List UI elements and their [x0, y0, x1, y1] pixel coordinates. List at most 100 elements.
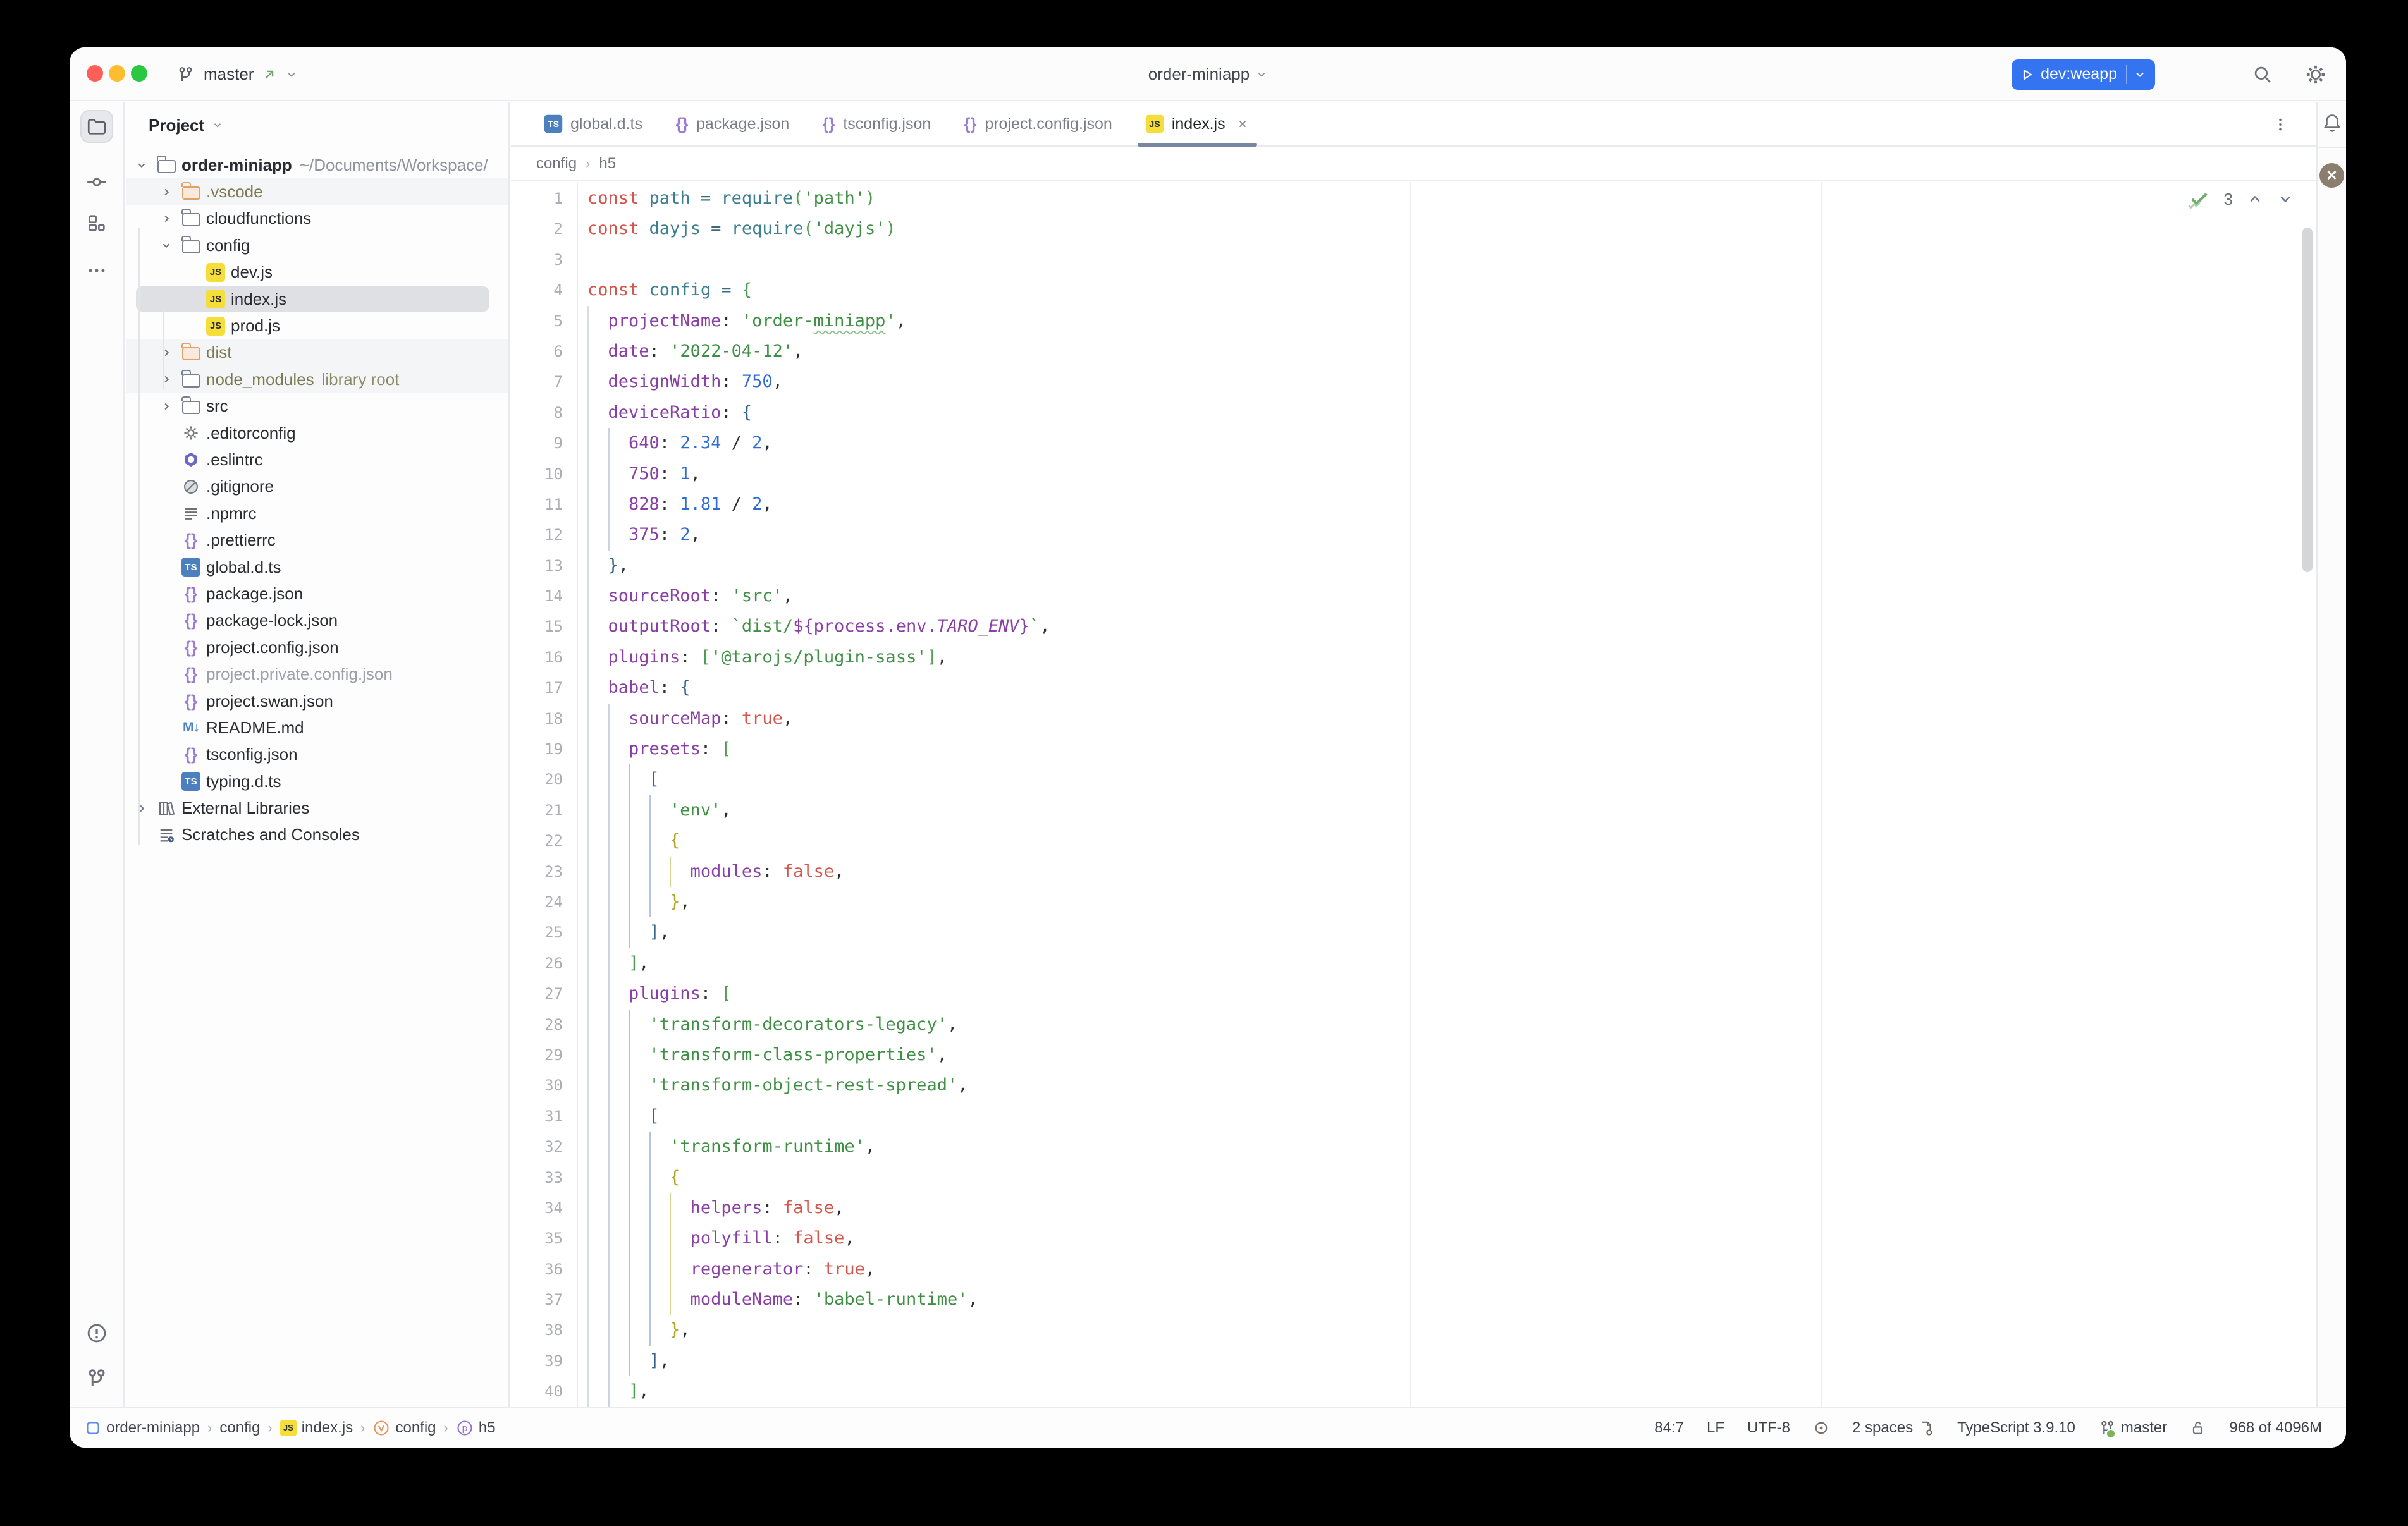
code-token: [587, 1075, 649, 1095]
editor-scrollbar[interactable]: [2302, 228, 2313, 572]
tree-item-node-modules[interactable]: node_moduleslibrary root: [126, 366, 508, 393]
prev-problem-icon[interactable]: [2247, 191, 2263, 207]
indent-config-icon: [1918, 1420, 1934, 1436]
chevron-collapsed-icon[interactable]: [159, 185, 173, 199]
code-line-33: {: [587, 1163, 2316, 1193]
tree-item-index.js[interactable]: JSindex.js: [126, 286, 508, 312]
tree-item-External-Libraries[interactable]: External Libraries: [126, 795, 508, 821]
tree-item-.editorconfig[interactable]: .editorconfig: [126, 420, 508, 446]
user-avatar[interactable]: ✕: [2319, 163, 2344, 188]
minimize-window-button[interactable]: [109, 65, 125, 82]
status-path-h5[interactable]: ph5: [456, 1419, 496, 1437]
code-token: ): [865, 188, 875, 208]
tab-project.config.json[interactable]: {}project.config.json: [947, 102, 1129, 145]
tab-global.d.ts[interactable]: TSglobal.d.ts: [527, 102, 659, 145]
tree-item-src[interactable]: src: [126, 393, 508, 420]
highlighting-level-button[interactable]: [1813, 1420, 1829, 1436]
problems-tool-button[interactable]: [80, 1317, 113, 1350]
tab-close-button[interactable]: [1236, 117, 1250, 131]
close-window-button[interactable]: [87, 65, 103, 82]
tree-item-dev.js[interactable]: JSdev.js: [126, 259, 508, 286]
breadcrumb-item[interactable]: config: [536, 155, 577, 173]
git-branch-widget[interactable]: master: [2098, 1419, 2167, 1437]
tree-item-.gitignore[interactable]: .gitignore: [126, 473, 508, 500]
breadcrumb-item[interactable]: h5: [599, 155, 616, 173]
tree-item-project.config.json[interactable]: {}project.config.json: [126, 634, 508, 661]
caret-position[interactable]: 84:7: [1654, 1419, 1684, 1437]
tree-item-package.json[interactable]: {}package.json: [126, 580, 508, 607]
tab-tsconfig.json[interactable]: {}tsconfig.json: [806, 102, 947, 145]
indent-guide: [629, 1223, 630, 1254]
tree-item-.prettierrc[interactable]: {}.prettierrc: [126, 527, 508, 553]
chevron-expanded-icon[interactable]: [135, 158, 149, 172]
tree-item-.eslintrc[interactable]: .eslintrc: [126, 446, 508, 473]
run-chevron-down-icon[interactable]: [2134, 68, 2146, 81]
tab-options-button[interactable]: [2272, 102, 2288, 147]
tree-item-README.md[interactable]: M↓README.md: [126, 714, 508, 741]
inspections-ok-icon: [2189, 188, 2210, 210]
zoom-window-button[interactable]: [131, 65, 147, 82]
tree-item-typing.d.ts[interactable]: TStyping.d.ts: [126, 768, 508, 795]
tab-package.json[interactable]: {}package.json: [659, 102, 806, 145]
tree-item-cloudfunctions[interactable]: cloudfunctions: [126, 205, 508, 232]
tree-item-project.private.config.json[interactable]: {}project.private.config.json: [126, 661, 508, 687]
file-encoding[interactable]: UTF-8: [1747, 1419, 1790, 1437]
vcs-branch-widget[interactable]: master: [176, 47, 298, 101]
structure-tool-button[interactable]: [80, 207, 113, 240]
settings-button[interactable]: [2303, 62, 2328, 87]
indent-style-button[interactable]: 2 spaces: [1852, 1419, 1934, 1437]
tree-item-tsconfig.json[interactable]: {}tsconfig.json: [126, 742, 508, 768]
chevron-collapsed-icon[interactable]: [159, 212, 173, 226]
tree-item-.npmrc[interactable]: .npmrc: [126, 500, 508, 527]
code-token: regenerator: [691, 1259, 804, 1279]
run-button[interactable]: dev:weapp: [2012, 59, 2155, 90]
tree-item-.vscode[interactable]: .vscode: [126, 178, 508, 205]
line-number: 29: [511, 1040, 563, 1070]
tab-index.js[interactable]: JSindex.js: [1129, 102, 1266, 145]
line-separator[interactable]: LF: [1707, 1419, 1724, 1437]
editor-gutter[interactable]: 1234567891011121314151617181920212223242…: [511, 183, 563, 1407]
tree-item-Scratches-and-Consoles[interactable]: Scratches and Consoles: [126, 822, 508, 848]
chevron-collapsed-icon[interactable]: [159, 346, 173, 360]
commit-tool-button[interactable]: [80, 166, 113, 198]
write-access-button[interactable]: [2190, 1420, 2206, 1436]
tree-item-label: global.d.ts: [206, 558, 281, 577]
project-tool-button[interactable]: [80, 110, 113, 143]
project-title-widget[interactable]: order-miniapp: [70, 47, 2346, 101]
javascript-file-icon: JS: [280, 1420, 297, 1436]
tree-item-order-miniapp[interactable]: order-miniapp~/Documents/Workspace/: [126, 152, 508, 178]
more-tool-windows-button[interactable]: [80, 254, 113, 287]
code-line-1: const path = require('path'): [587, 183, 2316, 214]
tree-item-global.d.ts[interactable]: TSglobal.d.ts: [126, 554, 508, 580]
next-problem-icon[interactable]: [2277, 191, 2294, 207]
status-path-config[interactable]: config: [219, 1419, 260, 1437]
tree-item-label: cloudfunctions: [206, 209, 311, 228]
code-editor[interactable]: 1234567891011121314151617181920212223242…: [511, 182, 2316, 1407]
tree-item-dist[interactable]: dist: [126, 339, 508, 366]
bell-icon: [2321, 113, 2343, 134]
code-line-11: 828: 1.81 / 2,: [587, 489, 2316, 520]
tree-item-label: order-miniapp: [181, 156, 292, 175]
code-line-38: },: [587, 1315, 2316, 1345]
chevron-collapsed-icon[interactable]: [159, 400, 173, 413]
scratches-icon: [157, 826, 175, 844]
notifications-button[interactable]: [2321, 113, 2343, 137]
file-type-widget[interactable]: TypeScript 3.9.10: [1957, 1419, 2075, 1437]
chevron-expanded-icon[interactable]: [159, 238, 173, 252]
tree-item-config[interactable]: config: [126, 232, 508, 259]
chevron-collapsed-icon[interactable]: [159, 372, 173, 386]
inspections-widget[interactable]: 3: [2189, 188, 2294, 210]
version-control-tool-button[interactable]: [80, 1362, 113, 1395]
tree-item-project.swan.json[interactable]: {}project.swan.json: [126, 688, 508, 714]
chevron-collapsed-icon[interactable]: [135, 802, 149, 815]
code-token: }: [670, 1320, 680, 1340]
status-path-config[interactable]: config: [372, 1419, 436, 1437]
project-panel-header[interactable]: Project: [126, 102, 223, 148]
status-path-index.js[interactable]: JSindex.js: [280, 1419, 353, 1437]
memory-indicator[interactable]: 968 of 4096M: [2229, 1419, 2322, 1437]
search-everywhere-button[interactable]: [2250, 62, 2275, 87]
status-path-order-miniapp[interactable]: order-miniapp: [85, 1419, 200, 1437]
code-token: [587, 1290, 691, 1309]
tree-item-package-lock.json[interactable]: {}package-lock.json: [126, 607, 508, 634]
tree-item-prod.js[interactable]: JSprod.js: [126, 312, 508, 339]
